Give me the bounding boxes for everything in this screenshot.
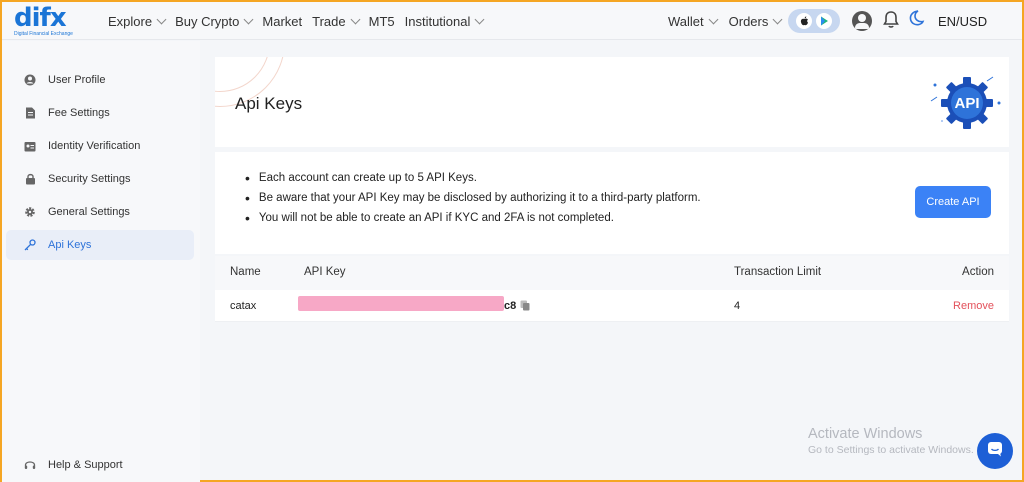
sidebar-item-identity-verification[interactable]: Identity Verification: [6, 131, 194, 161]
api-badge-text: API: [954, 95, 979, 112]
chat-support-button[interactable]: [977, 433, 1013, 469]
difx-logo[interactable]: difx Digital Financial Exchange: [14, 3, 80, 40]
logo-tagline: Digital Financial Exchange: [14, 31, 73, 37]
sidebar-item-help-support[interactable]: Help & Support: [6, 450, 194, 480]
sidebar-item-api-keys[interactable]: Api Keys: [6, 230, 194, 260]
page-title: Api Keys: [235, 94, 303, 113]
top-navbar: difx Digital Financial Exchange Explore …: [2, 2, 1022, 40]
column-header-api-key: API Key: [304, 266, 346, 278]
api-gear-illustration: API: [927, 73, 1003, 133]
language-currency-selector[interactable]: EN/USD: [938, 14, 987, 29]
table-row: catax c8 4 Remove: [215, 290, 1009, 322]
redacted-api-key: [298, 296, 504, 311]
chevron-down-icon: [243, 14, 254, 24]
api-rules-list: Each account can create up to 5 API Keys…: [245, 168, 701, 228]
create-api-button[interactable]: Create API: [915, 186, 991, 218]
bell-icon[interactable]: [882, 10, 900, 34]
nav-trade-label: Trade: [312, 13, 346, 29]
sidebar-item-general-settings[interactable]: General Settings: [6, 197, 194, 227]
nav-explore[interactable]: Explore: [108, 13, 167, 29]
nav-orders[interactable]: Orders: [728, 13, 783, 29]
account-icon[interactable]: [852, 11, 872, 31]
copy-icon[interactable]: [520, 300, 530, 311]
api-keys-table: Name API Key Transaction Limit Action ca…: [215, 256, 1009, 322]
settings-sidebar: User Profile Fee Settings Identity Verif…: [2, 41, 200, 482]
chevron-down-icon: [772, 14, 783, 24]
id-card-icon: [24, 140, 36, 152]
nav-buy-crypto-label: Buy Crypto: [175, 13, 240, 29]
cell-name: catax: [230, 300, 257, 312]
nav-institutional[interactable]: Institutional: [404, 13, 485, 29]
nav-market-label: Market: [262, 13, 303, 29]
apple-icon[interactable]: [796, 13, 812, 29]
table-header: Name API Key Transaction Limit Action: [215, 256, 1009, 290]
moon-icon[interactable]: [907, 9, 925, 32]
column-header-name: Name: [230, 266, 261, 278]
chevron-down-icon: [156, 14, 167, 24]
nav-buy-crypto[interactable]: Buy Crypto: [175, 13, 254, 29]
sidebar-item-label: Fee Settings: [48, 107, 110, 119]
nav-mt5[interactable]: MT5: [369, 14, 395, 29]
nav-mt5-label: MT5: [368, 13, 395, 29]
gear-icon: [24, 206, 36, 218]
sidebar-item-label: User Profile: [48, 74, 106, 86]
app-download-pill[interactable]: [788, 9, 840, 33]
lock-icon: [24, 173, 36, 185]
sidebar-item-label: Security Settings: [48, 173, 131, 185]
list-item: Each account can create up to 5 API Keys…: [245, 168, 701, 188]
remove-api-key-link[interactable]: Remove: [953, 300, 994, 312]
chevron-down-icon: [350, 14, 361, 24]
sidebar-item-label: General Settings: [48, 206, 130, 218]
account-nav: Wallet Orders: [668, 2, 793, 40]
sidebar-item-user-profile[interactable]: User Profile: [6, 65, 194, 95]
nav-explore-label: Explore: [108, 13, 153, 29]
chat-icon: [987, 441, 1003, 462]
sidebar-item-security-settings[interactable]: Security Settings: [6, 164, 194, 194]
nav-orders-label: Orders: [728, 13, 769, 29]
column-header-transaction-limit: Transaction Limit: [734, 266, 822, 278]
windows-activation-watermark: Activate Windows Go to Settings to activ…: [808, 426, 974, 456]
document-icon: [24, 107, 36, 119]
sidebar-item-label: Help & Support: [48, 459, 123, 471]
google-play-icon[interactable]: [816, 13, 832, 29]
logo-wordmark: difx: [14, 3, 67, 33]
column-header-action: Action: [962, 266, 994, 278]
main-nav: Explore Buy Crypto Market Trade MT5 Inst…: [108, 2, 485, 40]
user-icon: [24, 74, 36, 86]
list-item: Be aware that your API Key may be disclo…: [245, 188, 701, 208]
sidebar-item-label: Identity Verification: [48, 140, 141, 152]
chevron-down-icon: [474, 14, 485, 24]
cell-transaction-limit: 4: [734, 300, 741, 312]
sidebar-item-label: Api Keys: [48, 239, 92, 251]
nav-wallet-label: Wallet: [668, 13, 704, 29]
nav-institutional-label: Institutional: [404, 13, 471, 29]
watermark-subtitle: Go to Settings to activate Windows.: [808, 444, 974, 456]
page-header-card: Api Keys API: [215, 57, 1009, 147]
nav-market[interactable]: Market: [262, 14, 302, 29]
nav-wallet[interactable]: Wallet: [668, 13, 719, 29]
headset-icon: [24, 459, 36, 471]
api-key-suffix: c8: [504, 300, 517, 312]
watermark-title: Activate Windows: [808, 426, 923, 442]
list-item: You will not be able to create an API if…: [245, 208, 701, 228]
chevron-down-icon: [708, 14, 719, 24]
sidebar-item-fee-settings[interactable]: Fee Settings: [6, 98, 194, 128]
nav-trade[interactable]: Trade: [312, 13, 361, 29]
api-info-card: Each account can create up to 5 API Keys…: [215, 152, 1009, 254]
key-icon: [24, 239, 36, 251]
